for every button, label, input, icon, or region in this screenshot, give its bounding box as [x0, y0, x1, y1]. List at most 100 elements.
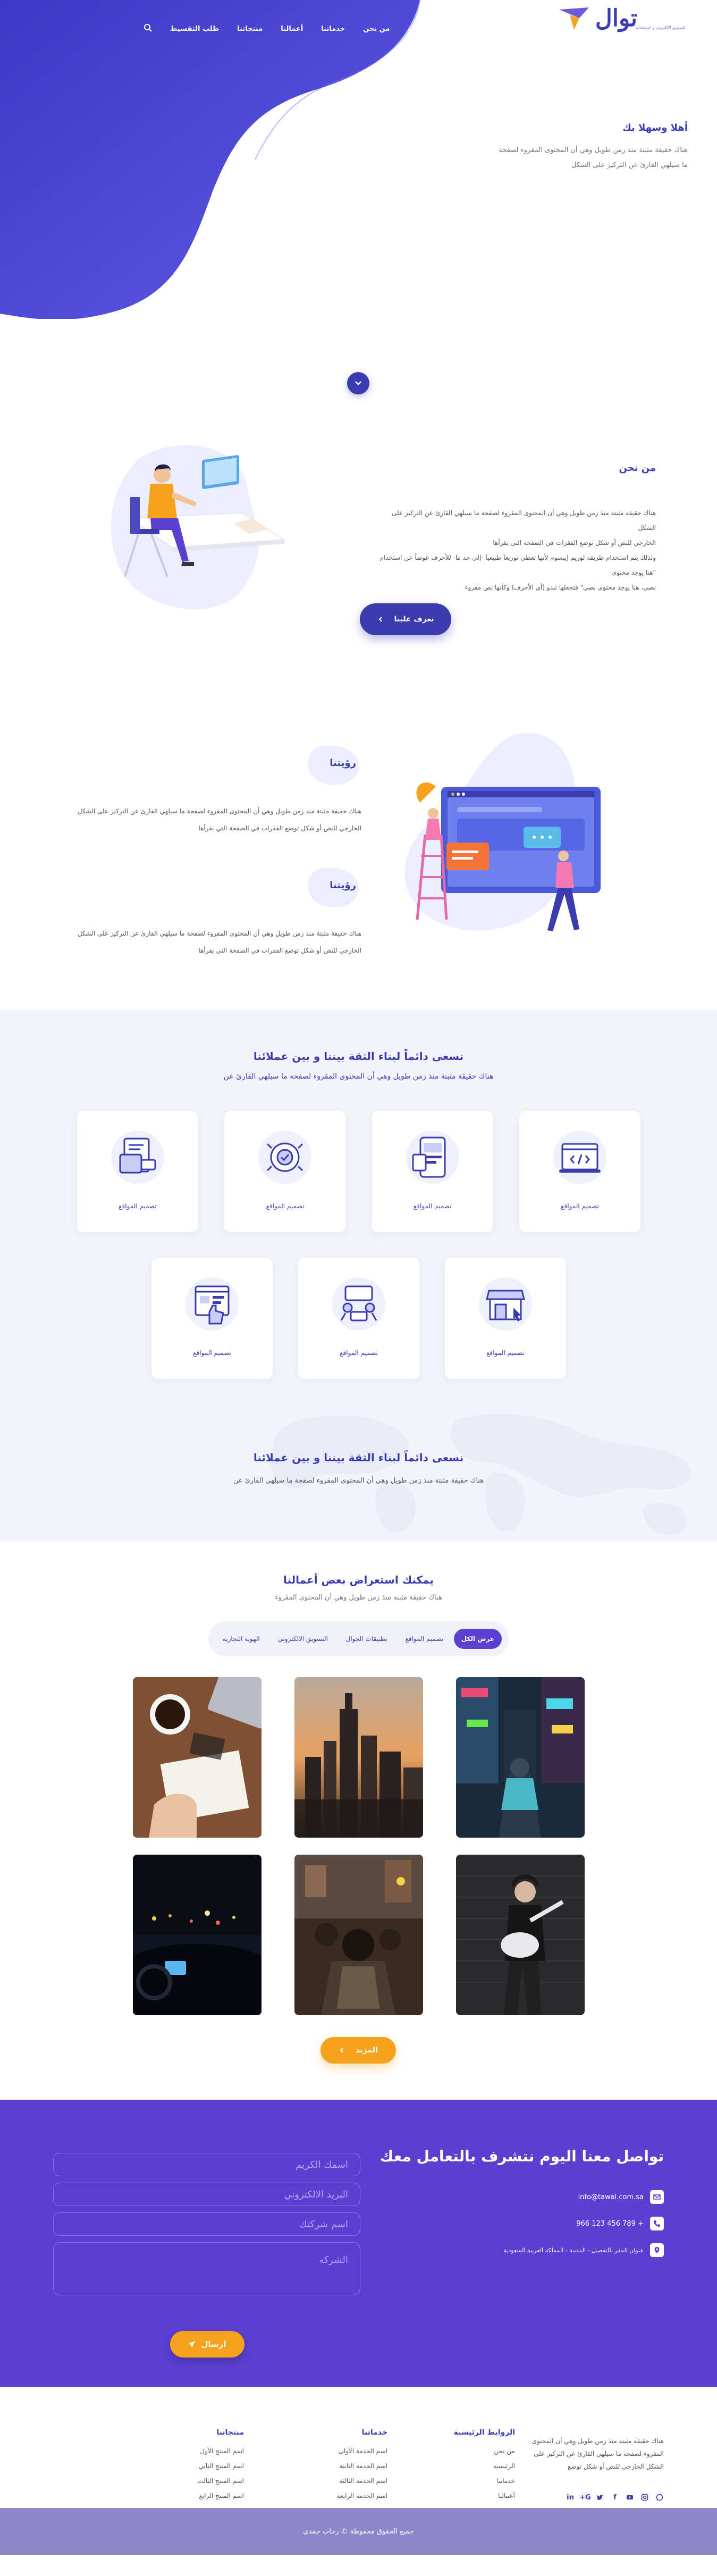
portfolio-item-night-car[interactable] — [133, 1855, 262, 2015]
company-field[interactable] — [53, 2212, 360, 2236]
service-card[interactable]: تصميم المواقع — [298, 1258, 419, 1379]
portfolio-item-street-crowd[interactable] — [294, 1855, 423, 2015]
contact-address: عنوان المقر بالتفصيل - المدينة - المملكة… — [503, 2246, 644, 2254]
nav-item-home[interactable]: الرئيسية — [408, 25, 436, 33]
footer-link[interactable]: اسم المنتج الأول — [159, 2447, 244, 2455]
contact-email: info@tawal.com.sa — [578, 2193, 644, 2201]
chevron-left-icon — [378, 617, 382, 622]
street-crowd-photo — [294, 1855, 423, 2015]
phone-icon — [650, 2217, 664, 2230]
logo-subtitle: للتسويق الالكتروني و البرمجيات — [636, 26, 686, 30]
footer-col-products: منتجاتنا اسم المنتج الأول اسم المنتج الث… — [159, 2428, 244, 2507]
contact-email-row[interactable]: info@tawal.com.sa — [473, 2190, 664, 2204]
service-card[interactable]: تصميم المواقع — [445, 1258, 566, 1379]
service-label: تصميم المواقع — [413, 1202, 452, 1210]
vision-title-2: رؤيتنا — [330, 880, 356, 891]
dashboard-hand-icon — [185, 1277, 239, 1331]
footer-link[interactable]: اسم الخدمة الرابعة — [302, 2492, 387, 2499]
footer-link[interactable]: اسم المنتج الرابع — [159, 2492, 244, 2499]
web-code-icon — [553, 1131, 606, 1184]
search-icon[interactable] — [144, 23, 152, 34]
about-us-button[interactable]: تعرف علينا — [360, 603, 451, 635]
message-field[interactable] — [53, 2242, 360, 2295]
about-paragraph-1: هناك حقيقة مثبتة منذ زمن طويل وهي أن الم… — [391, 509, 656, 532]
vision-section: رؤيتنا هناك حقيقة مثبتة منذ زمن طويل وهي… — [0, 638, 717, 1010]
footer-link[interactable]: اسم الخدمة الثانية — [302, 2462, 387, 2470]
email-field[interactable] — [53, 2183, 360, 2206]
hero-title: أهلا وسهلا بك — [622, 122, 688, 133]
tab-web-design[interactable]: تصميم المواقع — [398, 1629, 451, 1649]
nav-item-products[interactable]: منتجاتنا — [237, 25, 263, 33]
linkedin-icon[interactable]: in — [566, 2493, 575, 2502]
portfolio-item-coffee-desk[interactable] — [133, 1677, 262, 1838]
footer-link[interactable]: أعمالنا — [430, 2492, 515, 2499]
nav-item-works[interactable]: أعمالنا — [281, 25, 303, 33]
footer-link[interactable]: خدماتنا — [430, 2477, 515, 2485]
vision-text-1-line-1: هناك حقيقة مثبتة منذ زمن طويل وهي أن الم… — [77, 807, 361, 815]
neon-street-photo — [456, 1677, 585, 1838]
name-field[interactable] — [53, 2153, 360, 2176]
contact-phone-row[interactable]: + 789 456 123 966 — [473, 2217, 664, 2230]
contact-phone: + 789 456 123 966 — [576, 2219, 644, 2228]
nav-item-services[interactable]: خدماتنا — [321, 25, 345, 33]
service-card[interactable]: تصميم المواقع — [519, 1111, 640, 1232]
tab-all[interactable]: عرض الكل — [453, 1629, 502, 1649]
footer-link[interactable]: من نحن — [430, 2447, 515, 2455]
vision-text-1: هناك حقيقة مثبتة منذ زمن طويل وهي أن الم… — [64, 803, 361, 837]
instagram-icon[interactable] — [640, 2493, 649, 2502]
portfolio-item-guitarist[interactable] — [456, 1855, 585, 2015]
youtube-icon[interactable] — [626, 2493, 634, 2502]
service-card[interactable]: تصميم المواقع — [77, 1111, 199, 1232]
hero-text: أهلا وسهلا بك هناك حقيقة مثبتة منذ زمن ط… — [491, 122, 688, 173]
world-map-background — [270, 1413, 691, 1535]
document-card-icon — [111, 1131, 165, 1184]
whatsapp-icon[interactable] — [655, 2493, 664, 2502]
contact-section: تواصل معنا اليوم نتشرف بالتعامل معك info… — [0, 2100, 717, 2387]
guitarist-photo — [456, 1855, 585, 2015]
tab-e-marketing[interactable]: التسويق الالكتروني — [270, 1629, 335, 1649]
footer-link[interactable]: اسم المنتج الثاني — [159, 2462, 244, 2470]
service-card[interactable]: تصميم المواقع — [151, 1258, 273, 1379]
vision-text-2-line-1: هناك حقيقة مثبتة منذ زمن طويل وهي أن الم… — [77, 930, 361, 937]
footer-link[interactable]: اسم الخدمة الأولى — [302, 2447, 387, 2455]
logo-mark-icon — [559, 7, 589, 30]
facebook-icon[interactable]: f — [611, 2493, 619, 2502]
service-card[interactable]: تصميم المواقع — [372, 1111, 493, 1232]
footer-link[interactable]: الرئيسية — [430, 2462, 515, 2470]
twitter-icon[interactable] — [596, 2493, 604, 2502]
paper-plane-icon — [189, 2341, 196, 2347]
services-section: نسعى دائماً لبناء الثقة بيننا و بين عملا… — [0, 1010, 717, 1542]
main-nav: الرئيسية من نحن خدماتنا أعمالنا منتجاتنا… — [144, 23, 436, 34]
portfolio-section: يمكنك استعراض بعض أعمالنا هناك حقيقة مثب… — [0, 1542, 717, 2100]
portfolio-item-city-sunset[interactable] — [294, 1677, 423, 1838]
about-title: من نحن — [619, 462, 656, 474]
google-plus-icon[interactable]: G+ — [579, 2493, 591, 2502]
logo[interactable]: توال — [558, 6, 637, 31]
nav-item-about[interactable]: من نحن — [363, 25, 390, 33]
more-works-button[interactable]: المزيد — [320, 2037, 396, 2064]
services-row-2: تصميم المواقع تصميم المواقع تصميم المواق… — [77, 1258, 640, 1379]
contact-title: تواصل معنا اليوم نتشرف بالتعامل معك — [379, 2148, 664, 2165]
social-links: f G+ in — [566, 2493, 664, 2502]
tab-branding[interactable]: الهوية التجارية — [215, 1629, 267, 1649]
city-sunset-photo — [294, 1677, 423, 1838]
footer-link[interactable]: اسم الخدمة الثالثة — [302, 2477, 387, 2485]
portfolio-item-neon-street[interactable] — [456, 1677, 585, 1838]
portfolio-title: يمكنك استعراض بعض أعمالنا — [283, 1573, 434, 1586]
footer-link[interactable]: اسم المنتج الثالث — [159, 2477, 244, 2485]
send-button[interactable]: ارسال — [170, 2331, 244, 2358]
footer-col-title: منتجاتنا — [216, 2428, 244, 2437]
portfolio-filter-tabs: عرض الكل تصميم المواقع تطبيقات الجوال ال… — [208, 1621, 509, 1656]
vision-text-2-line-2: الخارجي للنص أو شكل توضع الفقرات في الصف… — [198, 947, 361, 954]
about-paragraph-3: ولذلك يتم استخدام طريقة لوريم إيبسوم لأن… — [379, 554, 656, 576]
tab-mobile-apps[interactable]: تطبيقات الجوال — [339, 1629, 395, 1649]
footer-col-services: خدماتنا اسم الخدمة الأولى اسم الخدمة الث… — [302, 2428, 387, 2507]
chevron-left-icon — [340, 2048, 343, 2053]
nav-item-installment[interactable]: طلب التقسيط — [170, 25, 219, 33]
service-card[interactable]: تصميم المواقع — [224, 1111, 346, 1232]
hero-section: توال للتسويق الالكتروني و البرمجيات الرئ… — [0, 0, 717, 394]
vision-text-1-line-2: الخارجي للنص أو شكل توضع الفقرات في الصف… — [198, 824, 361, 832]
contact-info-list: info@tawal.com.sa + 789 456 123 966 عنوا… — [473, 2190, 664, 2270]
copyright-bar: جميع الحقوق محفوظة © رحاب جمدي — [0, 2508, 717, 2555]
night-car-photo — [133, 1855, 262, 2015]
